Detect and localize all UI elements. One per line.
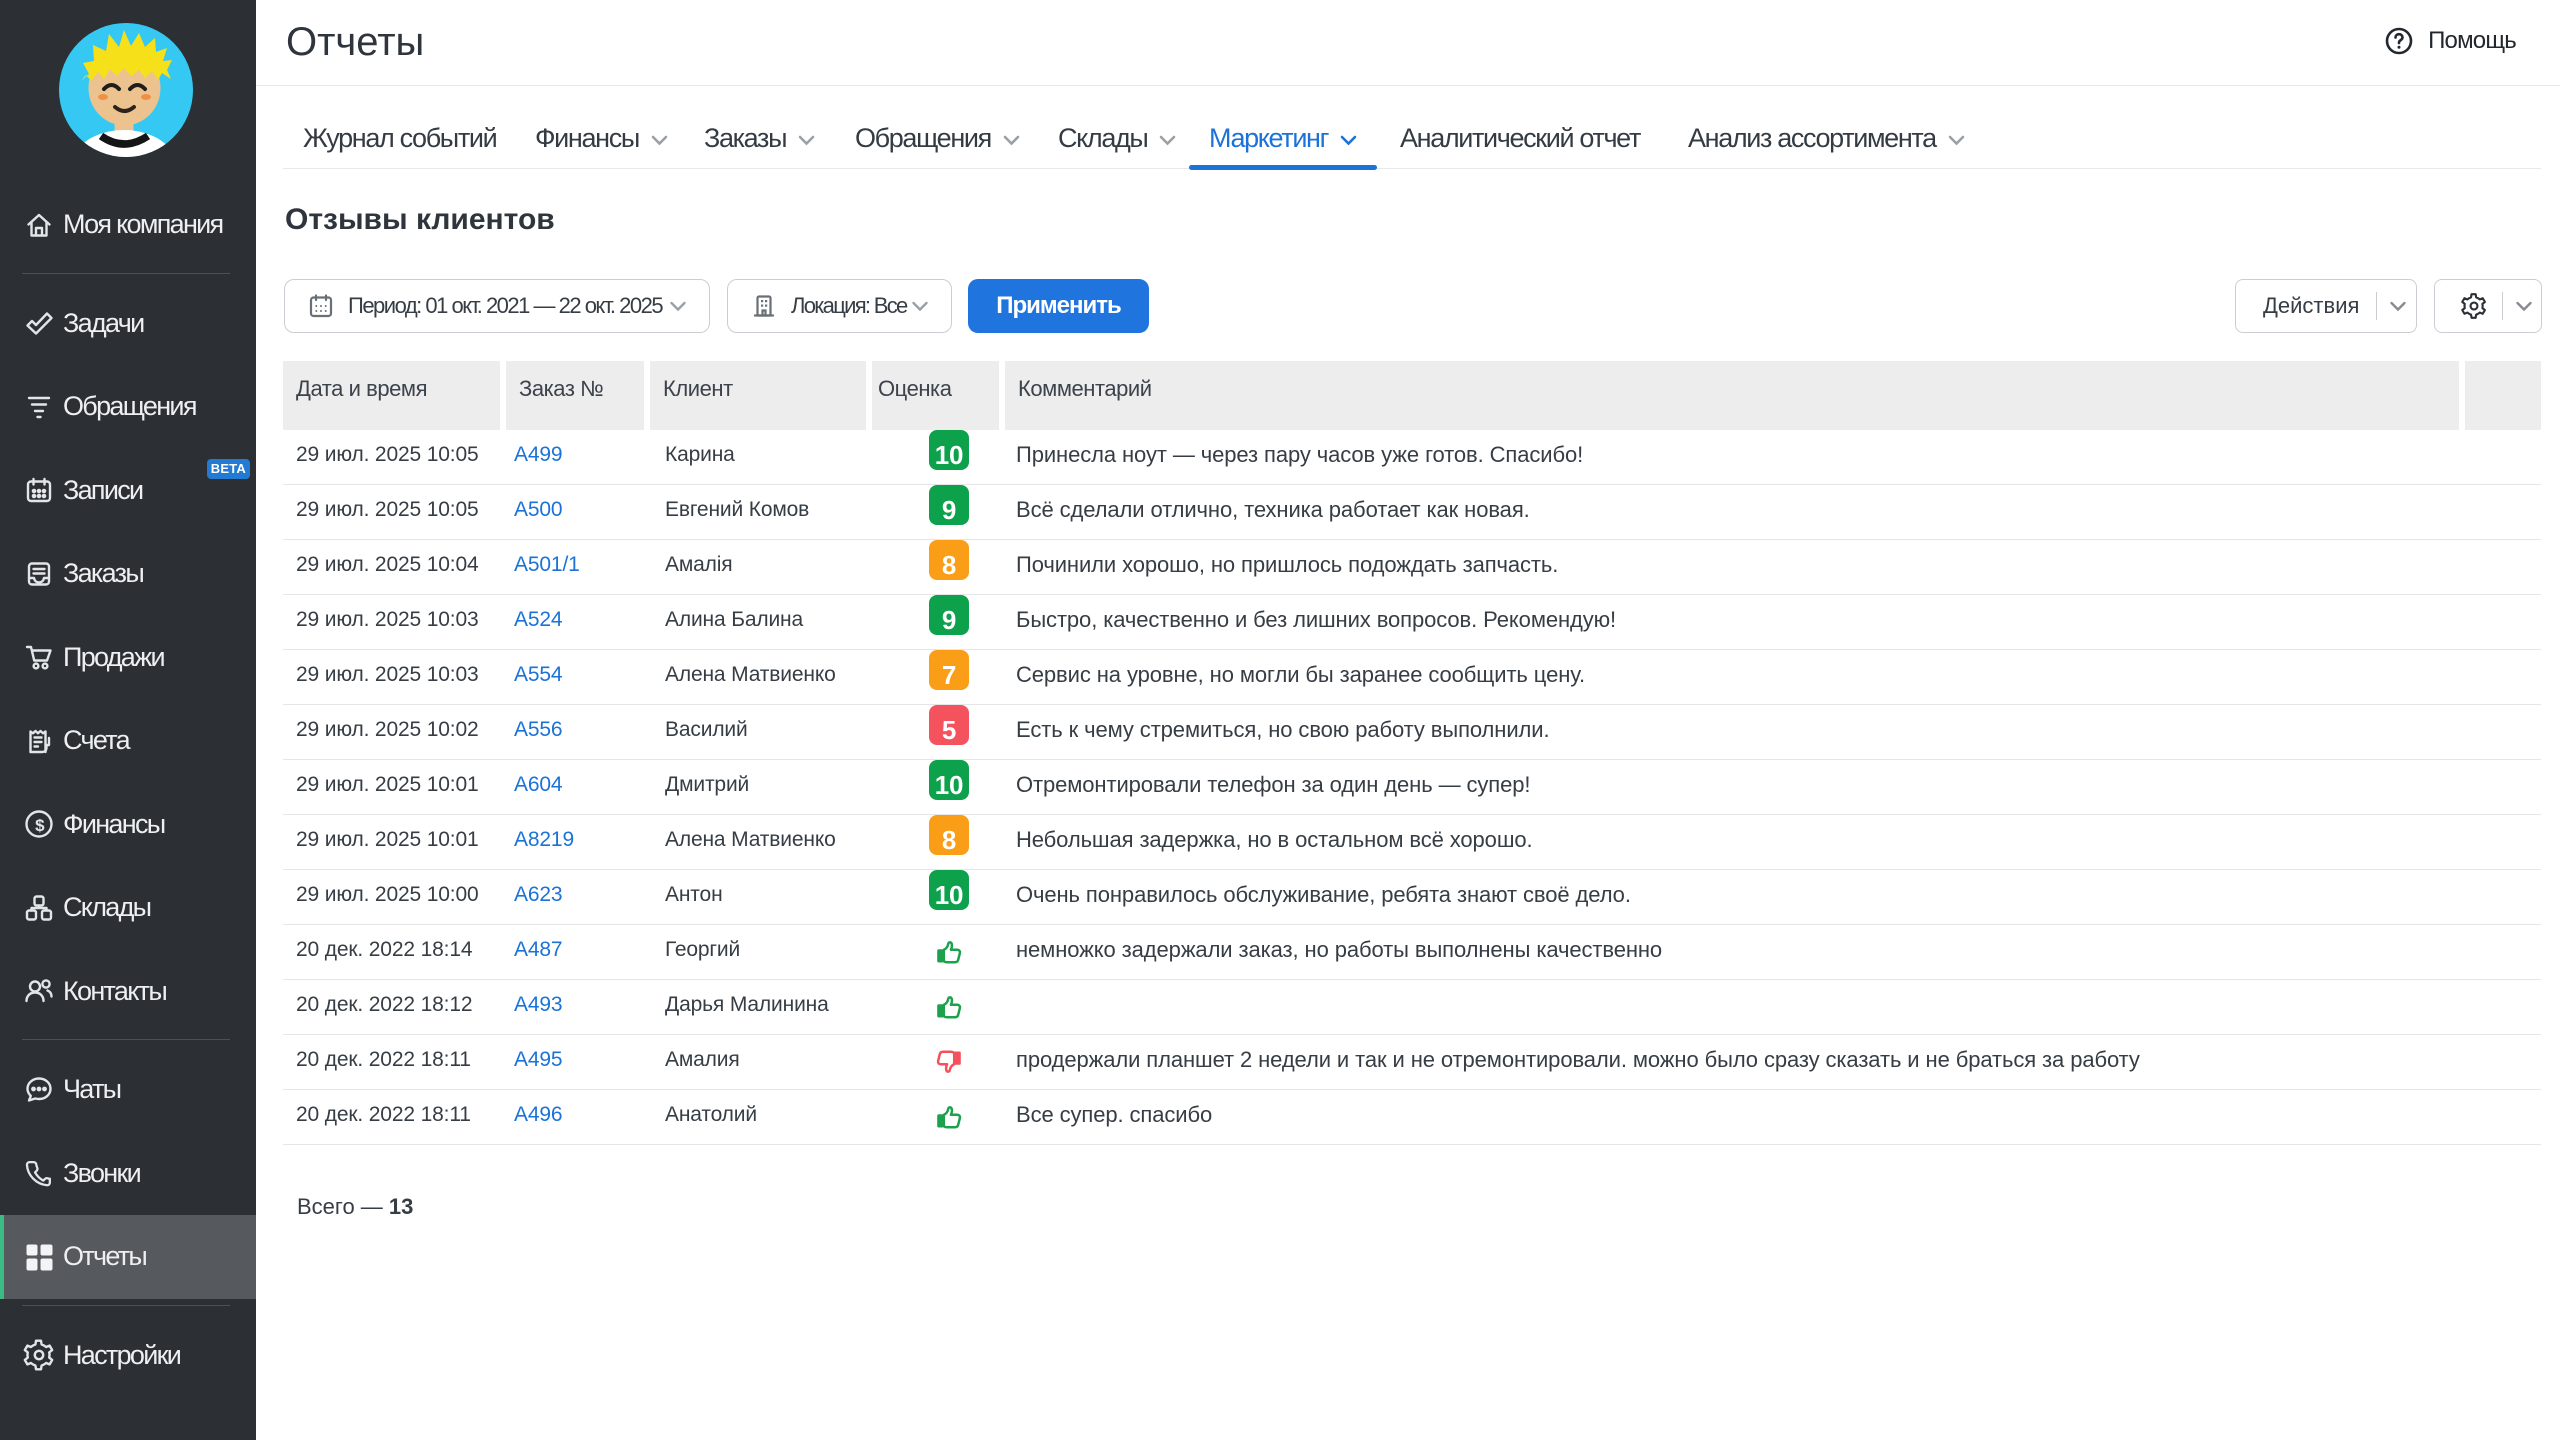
svg-text:$: $ xyxy=(35,816,45,835)
